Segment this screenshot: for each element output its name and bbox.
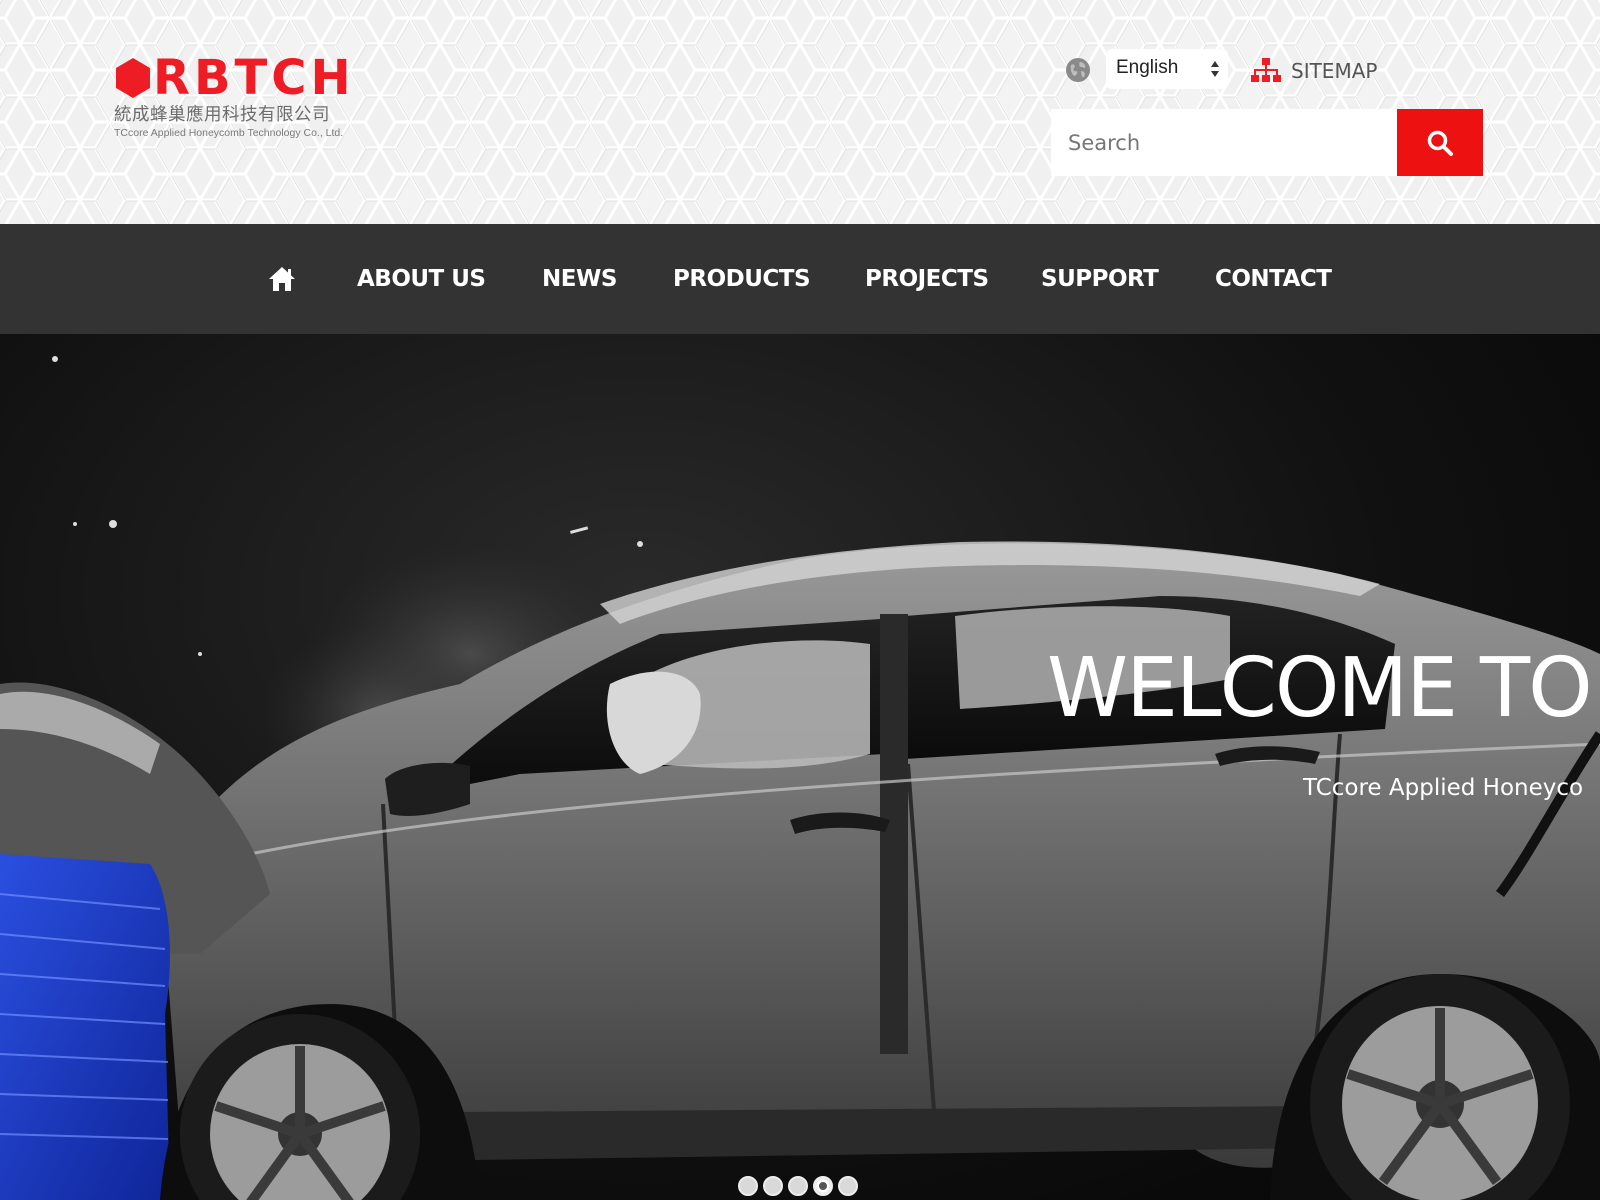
logo-chinese-name: 統成蜂巢應用科技有限公司 xyxy=(114,105,330,125)
hexagon-logo-icon xyxy=(116,58,150,98)
sitemap-icon xyxy=(1251,58,1281,82)
nav-home[interactable] xyxy=(268,224,296,334)
site-header: RBTCH 統成蜂巢應用科技有限公司 TCcore Applied Honeyc… xyxy=(0,0,1600,224)
language-selected-value: English xyxy=(1116,57,1179,78)
language-select[interactable]: English xyxy=(1106,49,1228,89)
hero-title: WELCOME TO xyxy=(1047,641,1593,736)
main-navigation: ABOUT US NEWS PRODUCTS PROJECTS SUPPORT … xyxy=(0,224,1600,334)
search-icon xyxy=(1427,130,1453,156)
company-logo[interactable]: RBTCH 統成蜂巢應用科技有限公司 TCcore Applied Honeyc… xyxy=(113,50,383,144)
nav-about-us[interactable]: ABOUT US xyxy=(357,224,486,334)
select-arrows-icon xyxy=(1211,61,1219,77)
nav-products[interactable]: PRODUCTS xyxy=(673,224,811,334)
sitemap-link[interactable]: SITEMAP xyxy=(1251,56,1377,86)
slider-dot[interactable] xyxy=(788,1176,808,1196)
nav-contact[interactable]: CONTACT xyxy=(1215,224,1332,334)
sitemap-label: SITEMAP xyxy=(1291,59,1378,83)
logo-english-name: TCcore Applied Honeycomb Technology Co.,… xyxy=(114,127,344,139)
slider-dot[interactable] xyxy=(763,1176,783,1196)
nav-projects[interactable]: PROJECTS xyxy=(865,224,989,334)
hero-slider: WELCOME TO TCcore Applied Honeyco xyxy=(0,334,1600,1200)
slider-dot[interactable] xyxy=(738,1176,758,1196)
search-input[interactable] xyxy=(1051,109,1397,176)
crash-test-car-image xyxy=(0,356,1600,1200)
nav-support[interactable]: SUPPORT xyxy=(1041,224,1159,334)
search-button[interactable] xyxy=(1397,109,1483,176)
nav-news[interactable]: NEWS xyxy=(542,224,617,334)
globe-icon xyxy=(1066,58,1090,82)
slider-pagination xyxy=(738,1175,858,1197)
home-icon xyxy=(269,267,295,291)
slider-dot-active[interactable] xyxy=(813,1176,833,1196)
hero-subtitle: TCcore Applied Honeyco xyxy=(1303,775,1584,801)
slider-dot[interactable] xyxy=(838,1176,858,1196)
logo-wordmark: RBTCH xyxy=(153,50,355,106)
